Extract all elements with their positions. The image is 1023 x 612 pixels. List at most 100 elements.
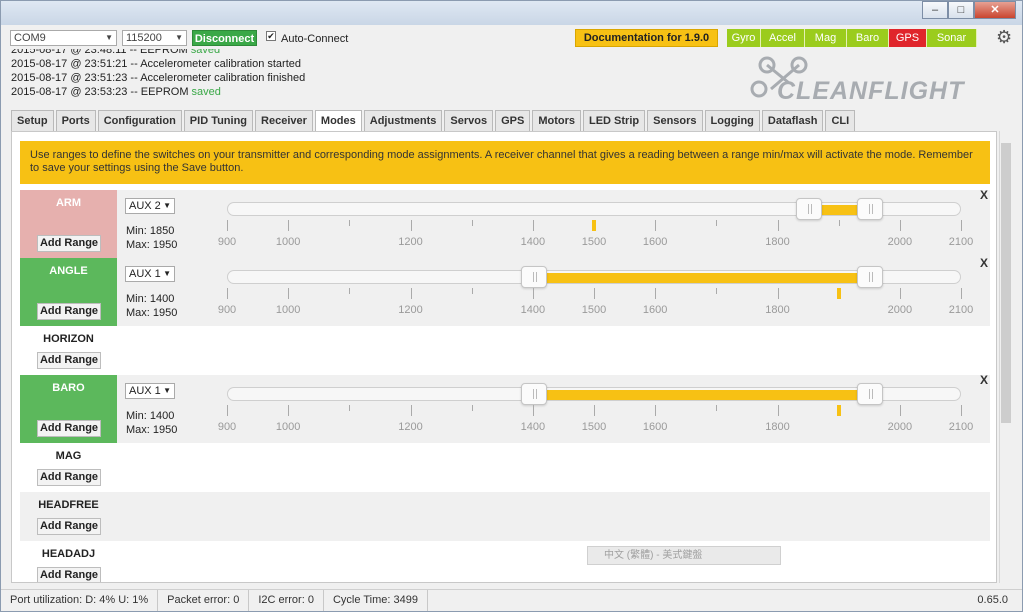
add-range-button[interactable]: Add Range: [37, 518, 101, 535]
connection-toolbar: COM9 ▼ 115200 ▼ Disconnect ✔ Auto-Connect …: [1, 25, 1022, 51]
tab-motors[interactable]: Motors: [532, 110, 581, 132]
app-window: – □ ✕ COM9 ▼ 115200 ▼ Disconnect ✔ Auto-Co…: [0, 0, 1023, 612]
mode-name: HEADFREE: [38, 499, 99, 511]
auto-connect-checkbox[interactable]: ✔: [266, 31, 276, 41]
scale-tick: [655, 220, 657, 231]
content-scrollbar[interactable]: [999, 131, 1012, 583]
scale-label: 1000: [275, 304, 301, 316]
log-line: 2015-08-17 @ 23:48:11 -- EEPROM saved: [11, 49, 731, 57]
mode-name-cell: ARM Add Range: [20, 190, 117, 258]
scale-tick: [288, 405, 290, 416]
scale-label: 1800: [765, 236, 790, 248]
packet-error: Packet error: 0: [158, 590, 250, 611]
title-bar: – □ ✕: [1, 1, 1022, 25]
scale-tick: [227, 220, 228, 231]
modes-panel: Use ranges to define the switches on you…: [11, 131, 997, 583]
maximize-button[interactable]: □: [948, 1, 974, 19]
scale-tick: [961, 405, 962, 416]
tab-servos[interactable]: Servos: [444, 110, 494, 132]
scale-tick: [899, 288, 901, 299]
scale-tick: [227, 288, 228, 299]
version-label: 0.65.0: [977, 594, 1008, 606]
mode-mag: MAG Add Range: [20, 443, 990, 492]
range-slider[interactable]: [227, 198, 961, 220]
remove-range-button[interactable]: X: [980, 256, 988, 270]
log-status: saved: [191, 86, 221, 98]
scale-tick: [655, 288, 657, 299]
remove-range-button[interactable]: X: [980, 188, 988, 202]
remove-range-button[interactable]: X: [980, 373, 988, 387]
scale-tick: [594, 288, 595, 299]
tab-modes[interactable]: Modes: [314, 110, 362, 132]
tab-adjustments[interactable]: Adjustments: [363, 110, 443, 132]
range-min-max: Min: 1400 Max: 1950: [126, 292, 177, 320]
scale-tick: [961, 220, 962, 231]
aux-channel-select[interactable]: AUX 2 ▼: [125, 198, 175, 214]
aux-channel-select[interactable]: AUX 1 ▼: [125, 266, 175, 282]
range-min-label: Min: 1400: [126, 410, 175, 422]
tab-pid-tuning[interactable]: PID Tuning: [183, 110, 254, 132]
chevron-down-icon: ▼: [105, 33, 113, 42]
status-bar: Port utilization: D: 4% U: 1% Packet err…: [1, 589, 1022, 611]
disconnect-button[interactable]: Disconnect: [192, 30, 257, 46]
range-min-handle[interactable]: [520, 383, 547, 405]
scale-tick: [471, 288, 473, 294]
scale-label: 2100: [948, 236, 974, 248]
range-slider[interactable]: [227, 383, 961, 405]
range-min-handle[interactable]: [520, 266, 547, 288]
aux-channel-select[interactable]: AUX 1 ▼: [125, 383, 175, 399]
scale-label: 1200: [398, 236, 423, 248]
range-slider[interactable]: [227, 266, 961, 288]
scrollbar-thumb[interactable]: [1001, 143, 1011, 423]
mode-arm: ARM Add Range AUX 2 ▼ Min: 1850 Max: 1950 900 1…: [20, 188, 990, 258]
mode-baro: BARO Add Range AUX 1 ▼ Min: 1400 Max: 1950 900…: [20, 373, 990, 443]
tab-receiver[interactable]: Receiver: [255, 110, 313, 132]
range-max-handle[interactable]: [857, 266, 884, 288]
tab-configuration[interactable]: Configuration: [97, 110, 182, 132]
tab-dataflash[interactable]: Dataflash: [761, 110, 824, 132]
add-range-button[interactable]: Add Range: [37, 235, 101, 252]
i2c-error: I2C error: 0: [249, 590, 324, 611]
add-range-button[interactable]: Add Range: [37, 352, 101, 369]
log-scrollbar[interactable]: [998, 49, 1012, 105]
channel-value-marker: [836, 405, 841, 416]
tab-ports[interactable]: Ports: [55, 110, 96, 132]
scale-label: 1500: [581, 421, 607, 433]
tab-sensors[interactable]: Sensors: [647, 110, 703, 132]
scale-tick: [288, 220, 290, 231]
tab-logging[interactable]: Logging: [704, 110, 760, 132]
add-range-button[interactable]: Add Range: [37, 420, 101, 437]
gear-icon[interactable]: ⚙: [996, 27, 1012, 48]
tab-setup[interactable]: Setup: [11, 110, 54, 132]
mode-name-cell: HEADADJ Add Range: [20, 541, 117, 582]
scale-tick: [716, 288, 718, 294]
tab-cli[interactable]: CLI: [825, 110, 856, 132]
auto-connect-label: Auto-Connect: [281, 33, 349, 45]
documentation-button[interactable]: Documentation for 1.9.0: [575, 29, 718, 47]
sensor-accel: Accel: [761, 29, 805, 47]
log-line: 2015-08-17 @ 23:53:23 -- EEPROM saved: [11, 86, 221, 98]
scale-label: 900: [217, 304, 237, 316]
scale-tick: [777, 405, 779, 416]
tab-gps[interactable]: GPS: [495, 110, 531, 132]
range-max-handle[interactable]: [857, 383, 884, 405]
scale-tick: [471, 220, 473, 226]
close-button[interactable]: ✕: [974, 1, 1016, 19]
add-range-button[interactable]: Add Range: [37, 469, 101, 486]
mode-name: HEADADJ: [41, 548, 96, 560]
scale-label: 2000: [887, 304, 913, 316]
sensor-indicators: Gyro Accel Mag Baro GPS Sonar: [727, 29, 977, 47]
baud-select[interactable]: 115200 ▼: [122, 30, 187, 46]
range-fill: [533, 390, 871, 400]
scale-tick: [410, 405, 412, 416]
range-min-handle[interactable]: [796, 198, 823, 220]
add-range-button[interactable]: Add Range: [37, 567, 101, 582]
tab-led-strip[interactable]: LED Strip: [582, 110, 646, 132]
scale-label: 2100: [948, 304, 974, 316]
minimize-button[interactable]: –: [922, 1, 948, 19]
port-select[interactable]: COM9 ▼: [10, 30, 117, 46]
add-range-button[interactable]: Add Range: [37, 303, 101, 320]
range-max-handle[interactable]: [857, 198, 884, 220]
scale-tick: [349, 288, 351, 294]
scale-label: 1800: [765, 304, 790, 316]
